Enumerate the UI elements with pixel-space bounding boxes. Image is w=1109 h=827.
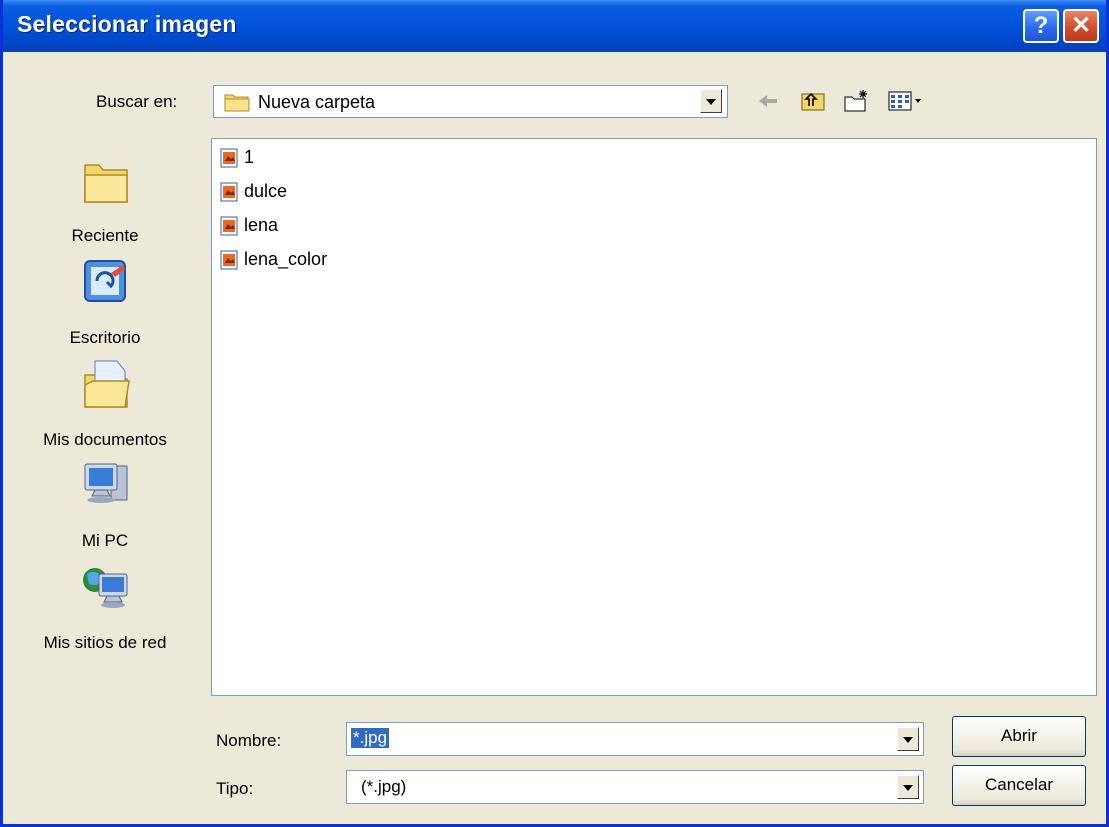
file-list[interactable]: 1 dulce lena lena_color [211, 138, 1097, 696]
list-item[interactable]: lena_color [220, 245, 520, 275]
place-desktop[interactable]: Escritorio [15, 255, 195, 355]
place-my-documents[interactable]: Mis documentos [15, 357, 195, 457]
views-menu-icon[interactable] [887, 88, 927, 114]
open-button[interactable]: Abrir [952, 716, 1086, 757]
image-file-icon [220, 148, 238, 168]
back-arrow-icon[interactable] [755, 88, 783, 114]
new-folder-icon[interactable] [843, 88, 871, 114]
file-name: lena_color [244, 249, 328, 269]
list-item[interactable]: lena [220, 211, 520, 241]
close-button[interactable]: ✕ [1063, 9, 1099, 43]
file-name: 1 [244, 147, 255, 167]
image-file-icon [220, 216, 238, 236]
place-recent[interactable]: Reciente [15, 153, 195, 253]
filename-label: Nombre: [216, 731, 282, 750]
title-bar[interactable]: Seleccionar imagen ? ✕ [3, 0, 1106, 52]
my-computer-icon [81, 458, 131, 516]
help-button[interactable]: ? [1023, 9, 1059, 43]
image-file-icon [220, 250, 238, 270]
filetype-select[interactable]: (*.jpg) [346, 770, 924, 804]
window-title: Seleccionar imagen [17, 11, 237, 37]
my-documents-icon [81, 357, 131, 415]
filetype-dropdown-button[interactable] [897, 775, 919, 799]
up-folder-icon[interactable] [799, 88, 827, 114]
filename-dropdown-button[interactable] [897, 727, 919, 751]
select-image-dialog: Seleccionar imagen ? ✕ Buscar en: Nueva … [0, 0, 1109, 827]
filetype-value: (*.jpg) [361, 777, 407, 796]
lookin-value: Nueva carpeta [258, 92, 376, 112]
filename-value: *.jpg [351, 728, 390, 748]
filetype-label: Tipo: [216, 779, 254, 798]
network-places-icon [81, 560, 131, 618]
place-network[interactable]: Mis sitios de red [15, 560, 195, 660]
folder-icon [224, 92, 250, 117]
desktop-icon [81, 255, 131, 313]
file-name: dulce [244, 181, 288, 201]
recent-folder-icon [81, 153, 131, 211]
lookin-label: Buscar en: [96, 92, 178, 111]
lookin-combo[interactable]: Nueva carpeta [213, 85, 728, 118]
cancel-button[interactable]: Cancelar [952, 765, 1086, 806]
list-item[interactable]: 1 [220, 143, 520, 173]
list-item[interactable]: dulce [220, 177, 520, 207]
file-name: lena [244, 215, 279, 235]
image-file-icon [220, 182, 238, 202]
filename-input[interactable]: *.jpg [346, 722, 924, 756]
lookin-dropdown-button[interactable] [700, 89, 722, 113]
place-my-computer[interactable]: Mi PC [15, 458, 195, 558]
